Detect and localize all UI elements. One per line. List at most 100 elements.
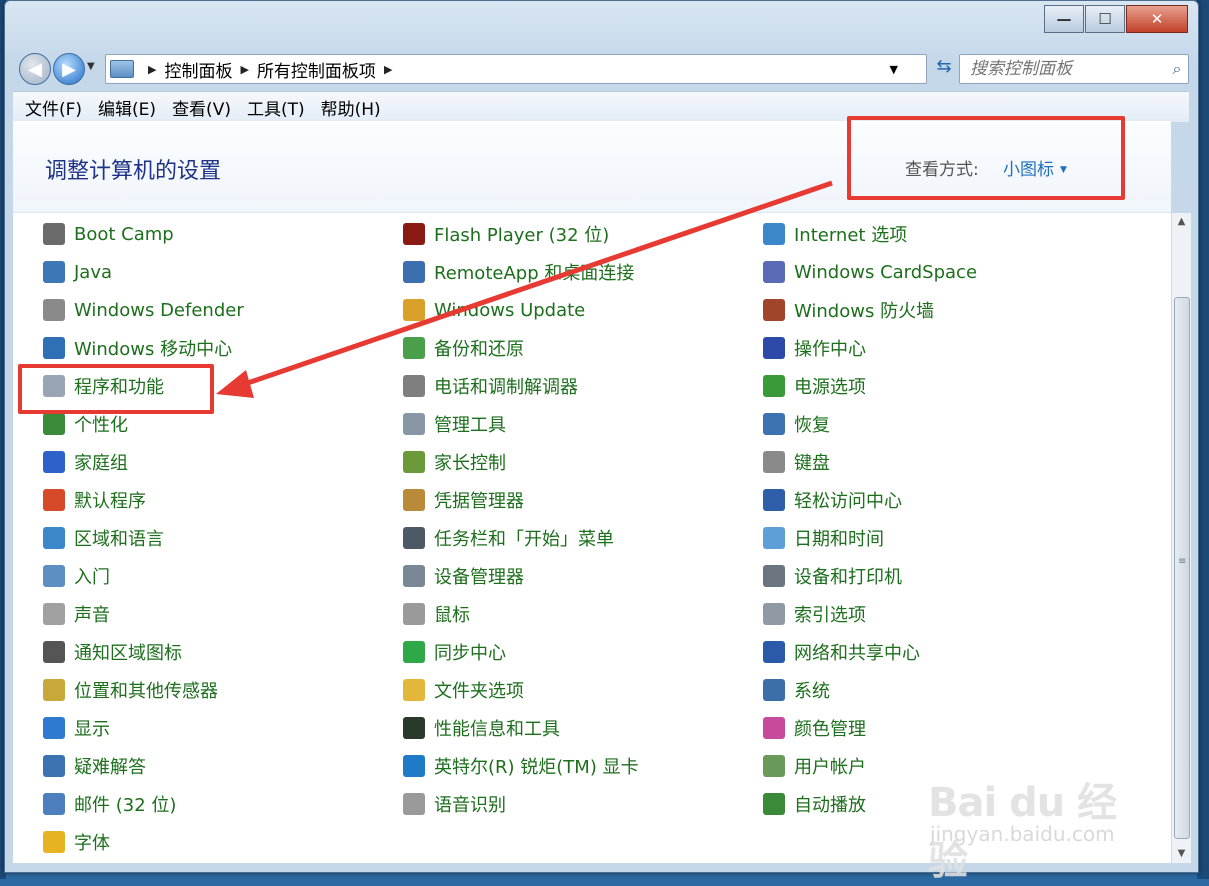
refresh-icon[interactable]: ⇆ xyxy=(932,56,956,80)
item-label[interactable]: Windows CardSpace xyxy=(794,262,977,283)
control-panel-item[interactable]: 通知区域图标 xyxy=(43,637,182,667)
menu-file[interactable]: 文件(F) xyxy=(25,95,82,120)
minimize-button[interactable]: — xyxy=(1044,5,1084,33)
control-panel-item[interactable]: Boot Camp xyxy=(43,219,174,249)
control-panel-item[interactable]: 轻松访问中心 xyxy=(763,485,902,515)
control-panel-item[interactable]: 管理工具 xyxy=(403,409,506,439)
item-label[interactable]: 键盘 xyxy=(794,449,830,475)
item-label[interactable]: 自动播放 xyxy=(794,791,866,817)
item-label[interactable]: 用户帐户 xyxy=(794,753,866,779)
control-panel-item[interactable]: Windows Update xyxy=(403,295,585,325)
control-panel-item[interactable]: 电话和调制解调器 xyxy=(403,371,578,401)
item-label[interactable]: 家长控制 xyxy=(434,449,506,475)
control-panel-item[interactable]: 日期和时间 xyxy=(763,523,884,553)
item-label[interactable]: 区域和语言 xyxy=(74,525,164,551)
search-icon[interactable]: ⌕ xyxy=(1166,59,1188,79)
control-panel-item[interactable]: Flash Player (32 位) xyxy=(403,219,609,249)
control-panel-item[interactable]: Internet 选项 xyxy=(763,219,907,249)
control-panel-item[interactable]: 英特尔(R) 锐炬(TM) 显卡 xyxy=(403,751,639,781)
item-label[interactable]: 设备管理器 xyxy=(434,563,524,589)
breadcrumb-chevron-icon[interactable]: ▶ xyxy=(148,63,156,76)
item-label[interactable]: 操作中心 xyxy=(794,335,866,361)
control-panel-item[interactable]: 邮件 (32 位) xyxy=(43,789,176,819)
control-panel-item[interactable]: 电源选项 xyxy=(763,371,866,401)
control-panel-item[interactable]: Java xyxy=(43,257,112,287)
item-label[interactable]: 通知区域图标 xyxy=(74,639,182,665)
item-label[interactable]: 日期和时间 xyxy=(794,525,884,551)
control-panel-item[interactable]: 文件夹选项 xyxy=(403,675,524,705)
item-label[interactable]: 家庭组 xyxy=(74,449,128,475)
item-label[interactable]: 显示 xyxy=(74,715,110,741)
control-panel-item[interactable]: 任务栏和「开始」菜单 xyxy=(403,523,614,553)
control-panel-item[interactable]: 家长控制 xyxy=(403,447,506,477)
maximize-button[interactable]: ☐ xyxy=(1085,5,1125,33)
control-panel-item[interactable]: 性能信息和工具 xyxy=(403,713,560,743)
control-panel-item[interactable]: Windows Defender xyxy=(43,295,244,325)
control-panel-item[interactable]: 区域和语言 xyxy=(43,523,164,553)
item-label[interactable]: Windows 防火墙 xyxy=(794,297,934,323)
control-panel-item[interactable]: 键盘 xyxy=(763,447,830,477)
item-label[interactable]: RemoteApp 和桌面连接 xyxy=(434,259,634,285)
control-panel-item[interactable]: 声音 xyxy=(43,599,110,629)
item-label[interactable]: 索引选项 xyxy=(794,601,866,627)
menu-edit[interactable]: 编辑(E) xyxy=(98,95,156,120)
item-label[interactable]: 位置和其他传感器 xyxy=(74,677,218,703)
item-label[interactable]: 字体 xyxy=(74,829,110,855)
item-label[interactable]: 文件夹选项 xyxy=(434,677,524,703)
control-panel-item[interactable]: 设备管理器 xyxy=(403,561,524,591)
control-panel-item[interactable]: 鼠标 xyxy=(403,599,470,629)
item-label[interactable]: 设备和打印机 xyxy=(794,563,902,589)
item-label[interactable]: 性能信息和工具 xyxy=(434,715,560,741)
control-panel-item[interactable]: 入门 xyxy=(43,561,110,591)
forward-button[interactable]: ▶ xyxy=(53,53,85,85)
control-panel-item[interactable]: 索引选项 xyxy=(763,599,866,629)
control-panel-item[interactable]: 位置和其他传感器 xyxy=(43,675,218,705)
control-panel-item[interactable]: 颜色管理 xyxy=(763,713,866,743)
control-panel-item[interactable]: Windows CardSpace xyxy=(763,257,977,287)
scroll-up-icon[interactable]: ▲ xyxy=(1172,213,1191,231)
breadcrumb-chevron-icon[interactable]: ▶ xyxy=(240,63,248,76)
close-button[interactable]: ✕ xyxy=(1126,5,1188,33)
item-label[interactable]: 凭据管理器 xyxy=(434,487,524,513)
item-label[interactable]: 系统 xyxy=(794,677,830,703)
menu-view[interactable]: 查看(V) xyxy=(172,95,231,120)
scroll-down-icon[interactable]: ▼ xyxy=(1172,845,1191,863)
address-bar[interactable]: ▶ 控制面板 ▶ 所有控制面板项 ▶ ▼ xyxy=(105,54,927,84)
recent-pages-dropdown[interactable]: ▼ xyxy=(87,61,95,72)
item-label[interactable]: 恢复 xyxy=(794,411,830,437)
item-label[interactable]: Windows Update xyxy=(434,300,585,321)
item-label[interactable]: 网络和共享中心 xyxy=(794,639,920,665)
control-panel-item[interactable]: 默认程序 xyxy=(43,485,146,515)
item-label[interactable]: 备份和还原 xyxy=(434,335,524,361)
address-dropdown-icon[interactable]: ▼ xyxy=(890,63,898,76)
item-label[interactable]: Java xyxy=(74,262,112,283)
control-panel-item[interactable]: Windows 防火墙 xyxy=(763,295,934,325)
item-label[interactable]: 任务栏和「开始」菜单 xyxy=(434,525,614,551)
control-panel-item[interactable]: RemoteApp 和桌面连接 xyxy=(403,257,634,287)
control-panel-item[interactable]: 同步中心 xyxy=(403,637,506,667)
item-label[interactable]: Windows Defender xyxy=(74,300,244,321)
item-label[interactable]: 入门 xyxy=(74,563,110,589)
vertical-scrollbar[interactable]: ▲ ≡ ▼ xyxy=(1171,213,1191,863)
scroll-thumb[interactable]: ≡ xyxy=(1174,297,1190,839)
control-panel-item[interactable]: 疑难解答 xyxy=(43,751,146,781)
item-label[interactable]: 同步中心 xyxy=(434,639,506,665)
back-button[interactable]: ◀ xyxy=(19,53,51,85)
item-label[interactable]: 声音 xyxy=(74,601,110,627)
control-panel-item[interactable]: 语音识别 xyxy=(403,789,506,819)
menu-help[interactable]: 帮助(H) xyxy=(321,95,381,120)
control-panel-item[interactable]: 恢复 xyxy=(763,409,830,439)
item-label[interactable]: 轻松访问中心 xyxy=(794,487,902,513)
breadcrumb-chevron-icon[interactable]: ▶ xyxy=(384,63,392,76)
control-panel-item[interactable]: 网络和共享中心 xyxy=(763,637,920,667)
control-panel-item[interactable]: 设备和打印机 xyxy=(763,561,902,591)
item-label[interactable]: 语音识别 xyxy=(434,791,506,817)
item-label[interactable]: 鼠标 xyxy=(434,601,470,627)
menu-tools[interactable]: 工具(T) xyxy=(247,95,305,120)
control-panel-item[interactable]: 自动播放 xyxy=(763,789,866,819)
item-label[interactable]: Windows 移动中心 xyxy=(74,335,232,361)
control-panel-item[interactable]: 显示 xyxy=(43,713,110,743)
item-label[interactable]: 颜色管理 xyxy=(794,715,866,741)
control-panel-item[interactable]: 家庭组 xyxy=(43,447,128,477)
control-panel-item[interactable]: 备份和还原 xyxy=(403,333,524,363)
